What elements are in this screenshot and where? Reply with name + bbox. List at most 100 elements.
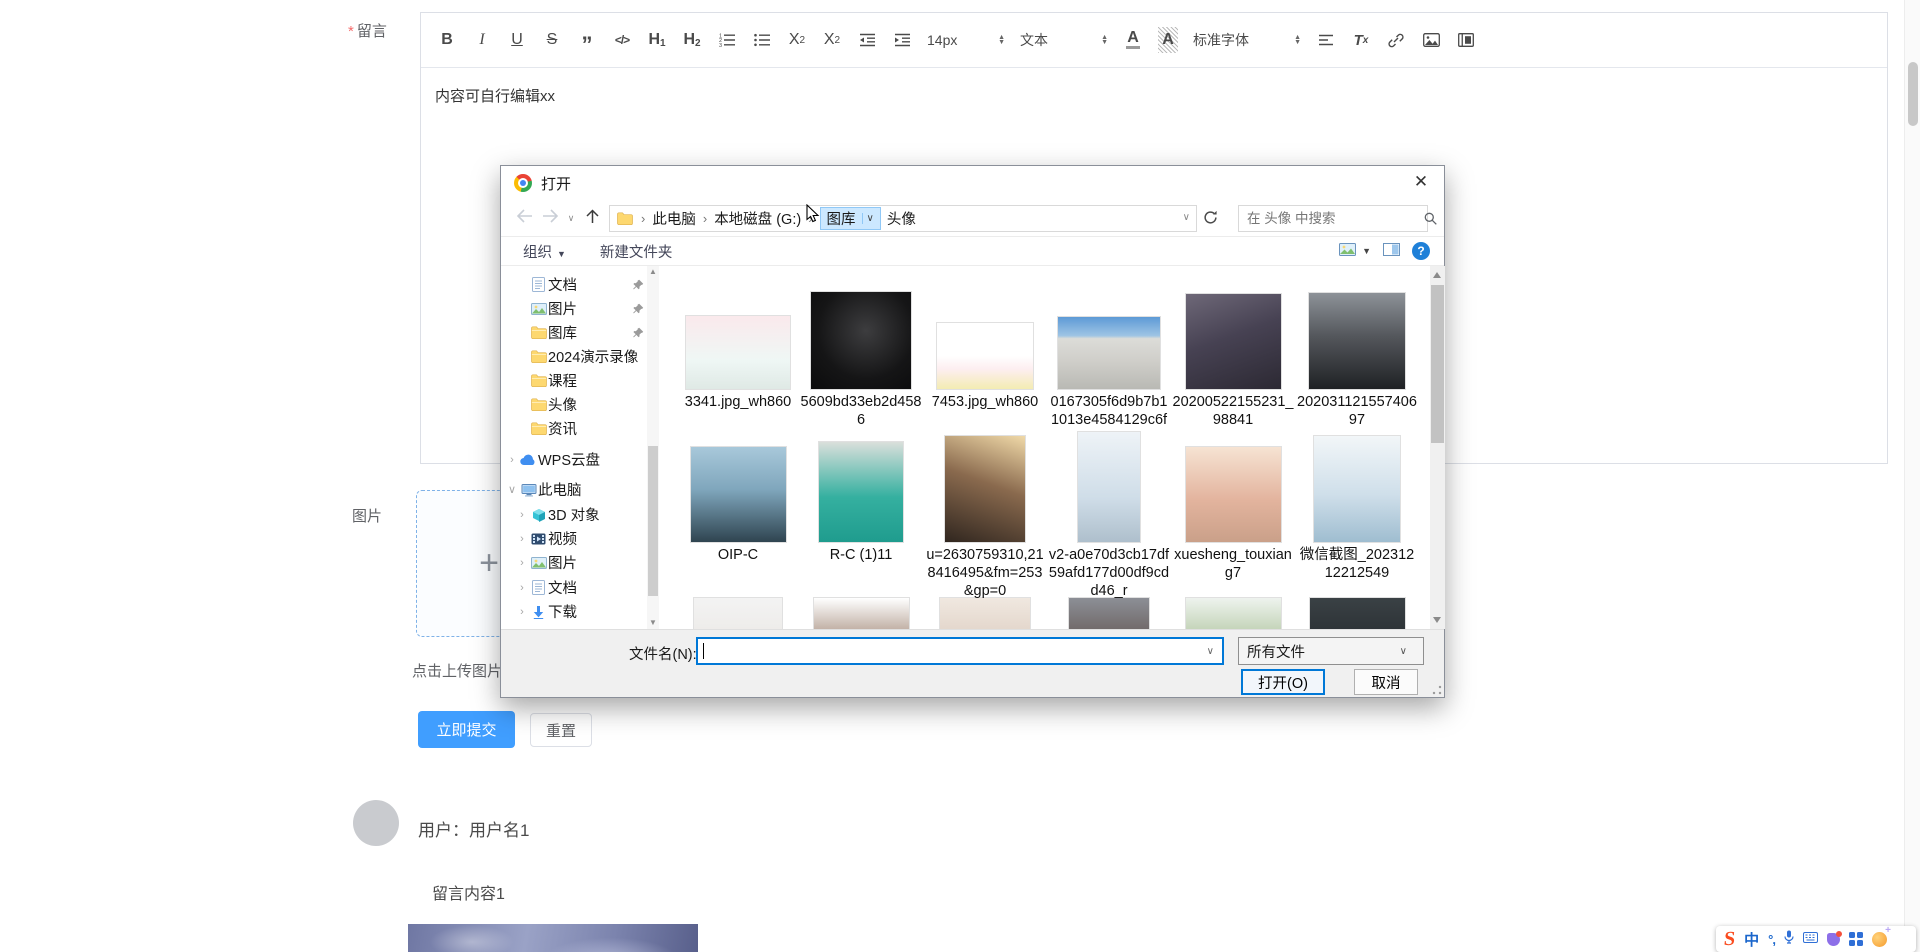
- chevron-down-icon[interactable]: ∨: [862, 213, 878, 224]
- search-icon[interactable]: [1424, 212, 1444, 225]
- link-icon[interactable]: [1386, 27, 1406, 53]
- insert-image-icon[interactable]: [1421, 27, 1441, 53]
- address-bar[interactable]: › 此电脑 › 本地磁盘 (G:) › 图库 ∨ 头像 ∨: [609, 205, 1197, 232]
- sidebar-item[interactable]: 资讯: [501, 417, 646, 440]
- sidebar-scrollbar-thumb[interactable]: [648, 446, 658, 596]
- view-mode-caret-icon[interactable]: ▼: [1362, 246, 1371, 256]
- sidebar-item[interactable]: ∨此电脑: [501, 478, 646, 501]
- ime-skin-icon[interactable]: [1827, 933, 1840, 946]
- sidebar-item[interactable]: ›WPS云盘: [501, 448, 646, 471]
- subscript-button[interactable]: X2: [787, 27, 807, 53]
- expand-icon[interactable]: ›: [515, 509, 529, 521]
- keyboard-icon[interactable]: [1803, 930, 1818, 948]
- underline-button[interactable]: U: [507, 27, 527, 53]
- expand-icon[interactable]: ›: [515, 557, 529, 569]
- sidebar-item[interactable]: 课程: [501, 369, 646, 392]
- address-history-icon[interactable]: ∨: [1183, 212, 1190, 223]
- scroll-up-icon[interactable]: ▲: [647, 266, 659, 278]
- preview-pane-icon[interactable]: [1383, 243, 1400, 260]
- breadcrumb-tuku-highlighted[interactable]: 图库 ∨: [820, 207, 881, 230]
- file-item[interactable]: v2-a0e70d3cb17df59afd177d00df9cdd46_r: [1048, 428, 1170, 600]
- strikethrough-button[interactable]: S: [542, 27, 562, 53]
- sidebar-item[interactable]: 图库: [501, 321, 646, 344]
- microphone-icon[interactable]: [1784, 930, 1794, 949]
- heading2-button[interactable]: H2: [682, 27, 702, 53]
- file-item[interactable]: 20200522155231_98841: [1172, 276, 1294, 429]
- scroll-down-icon[interactable]: ▼: [647, 617, 659, 629]
- sidebar-item[interactable]: 图片: [501, 297, 646, 320]
- file-item[interactable]: 5609bd33eb2d4586: [800, 276, 922, 429]
- file-thumbnail-partial[interactable]: [940, 598, 1030, 629]
- file-item[interactable]: 7453.jpg_wh860: [924, 276, 1046, 411]
- file-item[interactable]: 0167305f6d9b7b11013e4584129c6f: [1048, 276, 1170, 429]
- file-item[interactable]: OIP-C: [677, 428, 799, 564]
- ime-toolbox-icon[interactable]: [1849, 932, 1863, 946]
- italic-button[interactable]: I: [472, 27, 492, 53]
- ordered-list-icon[interactable]: 123: [717, 27, 737, 53]
- bold-button[interactable]: B: [437, 27, 457, 53]
- file-item[interactable]: R-C (1)11: [800, 428, 922, 564]
- file-item[interactable]: u=2630759310,218416495&fm=253&gp=0: [924, 428, 1046, 600]
- page-scrollbar-thumb[interactable]: [1908, 62, 1918, 126]
- refresh-icon[interactable]: [1203, 210, 1218, 229]
- expand-icon[interactable]: ›: [515, 533, 529, 545]
- unordered-list-icon[interactable]: [752, 27, 772, 53]
- resize-grip[interactable]: [1432, 685, 1442, 695]
- align-icon[interactable]: [1316, 27, 1336, 53]
- heading1-button[interactable]: H1: [647, 27, 667, 53]
- file-thumbnail-partial[interactable]: [1186, 598, 1281, 629]
- ime-chinese-mode[interactable]: 中: [1744, 929, 1759, 950]
- sidebar-item[interactable]: ›下载: [501, 600, 646, 623]
- file-item[interactable]: xuesheng_touxiang7: [1172, 428, 1294, 582]
- submit-button[interactable]: 立即提交: [418, 711, 515, 748]
- back-icon[interactable]: [511, 209, 537, 227]
- outdent-icon[interactable]: [857, 27, 877, 53]
- sidebar-item[interactable]: ›3D 对象: [501, 503, 646, 526]
- organize-button[interactable]: 组织▼: [523, 241, 566, 262]
- font-color-button[interactable]: A: [1123, 27, 1143, 53]
- code-button[interactable]: </>: [612, 27, 632, 53]
- font-size-select[interactable]: 14px ▲▼: [927, 27, 1005, 53]
- sogou-logo-icon[interactable]: S: [1723, 929, 1736, 949]
- file-grid-scrollbar[interactable]: [1430, 266, 1445, 629]
- chevron-down-icon[interactable]: ∨: [1207, 646, 1222, 657]
- open-button[interactable]: 打开(O): [1241, 669, 1325, 695]
- file-grid-scrollbar-thumb[interactable]: [1431, 285, 1444, 443]
- expand-icon[interactable]: ›: [505, 454, 519, 466]
- sidebar-item[interactable]: ›视频: [501, 527, 646, 550]
- breadcrumb-touxiang[interactable]: 头像: [887, 208, 916, 229]
- search-box[interactable]: [1238, 205, 1428, 232]
- indent-icon[interactable]: [892, 27, 912, 53]
- sidebar-scrollbar[interactable]: ▲ ▼: [647, 266, 659, 629]
- sidebar-item[interactable]: ›图片: [501, 551, 646, 574]
- close-icon[interactable]: ✕: [1398, 166, 1444, 198]
- file-thumbnail-partial[interactable]: [814, 598, 909, 629]
- expand-icon[interactable]: ›: [515, 606, 529, 618]
- file-item[interactable]: 20203112155740697: [1296, 276, 1418, 429]
- insert-video-icon[interactable]: [1456, 27, 1476, 53]
- font-family-select[interactable]: 标准字体 ▲▼: [1193, 27, 1301, 53]
- file-item[interactable]: 3341.jpg_wh860: [677, 276, 799, 411]
- breadcrumb-this-pc[interactable]: 此电脑: [652, 208, 696, 229]
- view-mode-icon[interactable]: [1339, 243, 1356, 260]
- forward-icon[interactable]: [537, 209, 563, 227]
- cancel-button[interactable]: 取消: [1354, 669, 1418, 695]
- file-thumbnail-partial[interactable]: [694, 598, 782, 629]
- reset-button[interactable]: 重置: [530, 713, 592, 747]
- ime-toolbar[interactable]: S 中 °,: [1716, 926, 1916, 952]
- breadcrumb-local-disk-g[interactable]: 本地磁盘 (G:): [714, 208, 801, 229]
- sidebar-item[interactable]: ›文档: [501, 576, 646, 599]
- collapse-icon[interactable]: ∨: [505, 483, 519, 496]
- help-icon[interactable]: ?: [1412, 242, 1430, 260]
- superscript-button[interactable]: X2: [822, 27, 842, 53]
- dialog-titlebar[interactable]: 打开 ✕: [501, 166, 1444, 200]
- scroll-up-icon[interactable]: [1433, 272, 1441, 278]
- expand-icon[interactable]: ›: [515, 582, 529, 594]
- page-scrollbar[interactable]: [1904, 0, 1920, 952]
- ime-emoji-icon[interactable]: [1872, 932, 1887, 947]
- recent-locations-icon[interactable]: ∨: [563, 213, 579, 224]
- highlight-color-button[interactable]: A: [1158, 27, 1178, 53]
- clear-format-button[interactable]: Tx: [1351, 27, 1371, 53]
- search-input[interactable]: [1239, 211, 1424, 226]
- ime-punctuation-toggle[interactable]: °,: [1768, 932, 1775, 947]
